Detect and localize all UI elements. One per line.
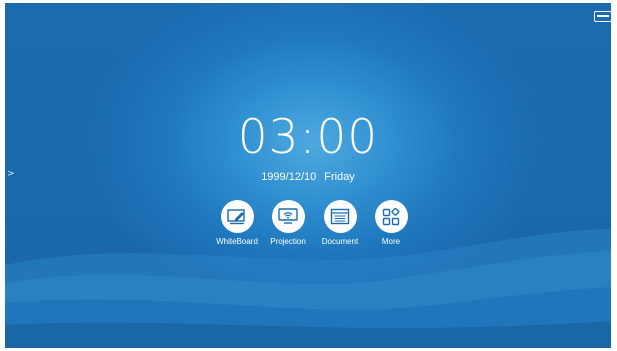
clock-time: 03:00 bbox=[237, 110, 379, 165]
projection-app-button[interactable]: Projection bbox=[258, 200, 318, 247]
projection-icon bbox=[271, 200, 305, 233]
more-apps-icon bbox=[374, 200, 408, 233]
weekday-text: Friday bbox=[324, 171, 355, 183]
app-shortcuts: WhiteBoard Projection Document More bbox=[5, 200, 611, 260]
more-app-button[interactable]: More bbox=[361, 200, 421, 247]
more-label: More bbox=[381, 237, 401, 246]
projection-label: Projection bbox=[270, 237, 306, 246]
document-icon bbox=[323, 200, 357, 233]
home-screen: > 03:00 1999/12/10 Friday WhiteBoard Pro… bbox=[5, 3, 611, 348]
window-icon[interactable] bbox=[594, 11, 611, 22]
whiteboard-icon bbox=[220, 200, 254, 233]
date-text: 1999/12/10 bbox=[261, 171, 317, 183]
date-row: 1999/12/10 Friday bbox=[5, 171, 611, 184]
